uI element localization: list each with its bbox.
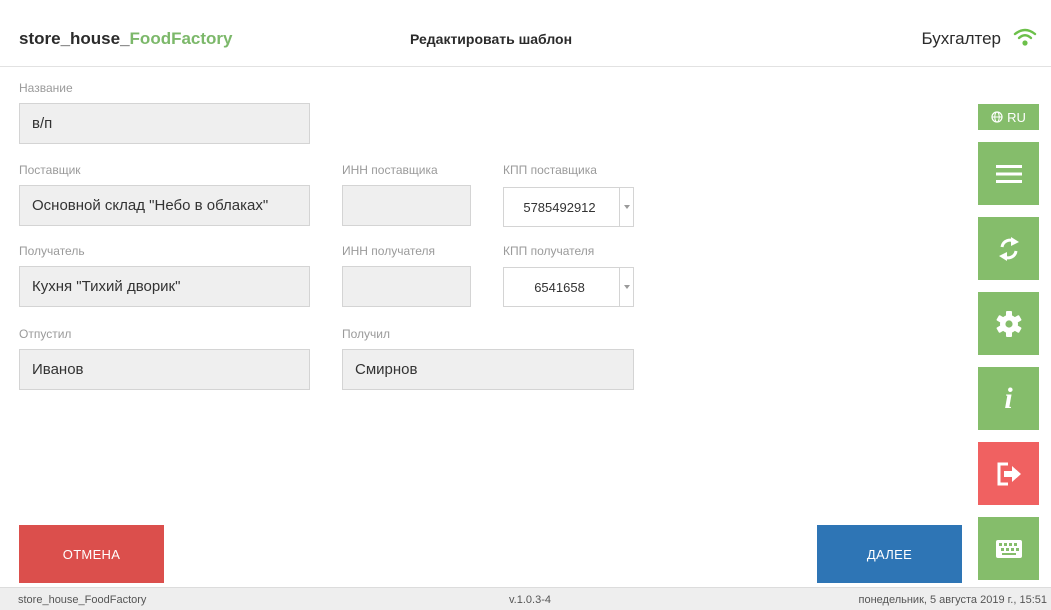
recipient-inn-label: ИНН получателя	[342, 244, 435, 258]
chevron-down-icon[interactable]	[619, 188, 633, 226]
next-button[interactable]: ДАЛЕЕ	[817, 525, 962, 583]
recipient-kpp-label: КПП получателя	[503, 244, 595, 258]
brand-prefix: store_house_	[19, 29, 130, 48]
footer-datetime: понедельник, 5 августа 2019 г., 15:51	[858, 594, 1048, 606]
chevron-down-icon[interactable]	[619, 268, 633, 306]
recipient-label: Получатель	[19, 244, 85, 258]
name-label: Название	[19, 81, 73, 95]
menu-button[interactable]	[978, 142, 1039, 205]
language-label: RU	[1007, 109, 1026, 125]
supplier-field[interactable]: Основной склад "Небо в облаках"	[19, 185, 310, 226]
user-role: Бухгалтер	[921, 29, 1002, 48]
keyboard-button[interactable]	[978, 517, 1039, 580]
supplier-kpp-select[interactable]: 5785492912	[503, 187, 634, 227]
logout-button[interactable]	[978, 442, 1039, 505]
info-icon: i	[1004, 381, 1013, 415]
supplier-inn-label: ИНН поставщика	[342, 163, 438, 177]
recipient-kpp-value: 6541658	[534, 279, 585, 295]
status-bar: store_house_FoodFactory v.1.0.3-4 понеде…	[0, 587, 1051, 610]
globe-icon	[991, 111, 1003, 123]
footer-app-name: store_house_FoodFactory	[18, 594, 147, 606]
released-by-label: Отпустил	[19, 327, 72, 341]
info-button[interactable]: i	[978, 367, 1039, 430]
sync-icon	[998, 236, 1019, 261]
recipient-field[interactable]: Кухня "Тихий дворик"	[19, 266, 310, 307]
recipient-kpp-select[interactable]: 6541658	[503, 267, 634, 307]
keyboard-icon	[995, 539, 1022, 558]
page-title: Редактировать шаблон	[410, 31, 573, 47]
cancel-button[interactable]: ОТМЕНА	[19, 525, 164, 583]
menu-icon	[995, 164, 1022, 183]
supplier-inn-field[interactable]	[342, 185, 471, 226]
released-by-field[interactable]: Иванов	[19, 349, 310, 390]
gear-icon	[996, 310, 1021, 337]
received-by-label: Получил	[342, 327, 390, 341]
supplier-kpp-value: 5785492912	[523, 199, 596, 215]
header: store_house_FoodFactory Редактировать ша…	[0, 0, 1051, 67]
sync-button[interactable]	[978, 217, 1039, 280]
settings-button[interactable]	[978, 292, 1039, 355]
logout-icon	[997, 462, 1021, 485]
name-field[interactable]: в/п	[19, 103, 310, 144]
recipient-inn-field[interactable]	[342, 266, 471, 307]
brand-accent: FoodFactory	[129, 29, 233, 48]
language-button[interactable]: RU	[978, 104, 1039, 130]
supplier-kpp-label: КПП поставщика	[503, 163, 597, 177]
received-by-field[interactable]: Смирнов	[342, 349, 634, 390]
wifi-icon	[1013, 28, 1037, 46]
supplier-label: Поставщик	[19, 163, 81, 177]
brand-title: store_house_FoodFactory	[19, 29, 233, 49]
footer-version: v.1.0.3-4	[509, 594, 551, 606]
